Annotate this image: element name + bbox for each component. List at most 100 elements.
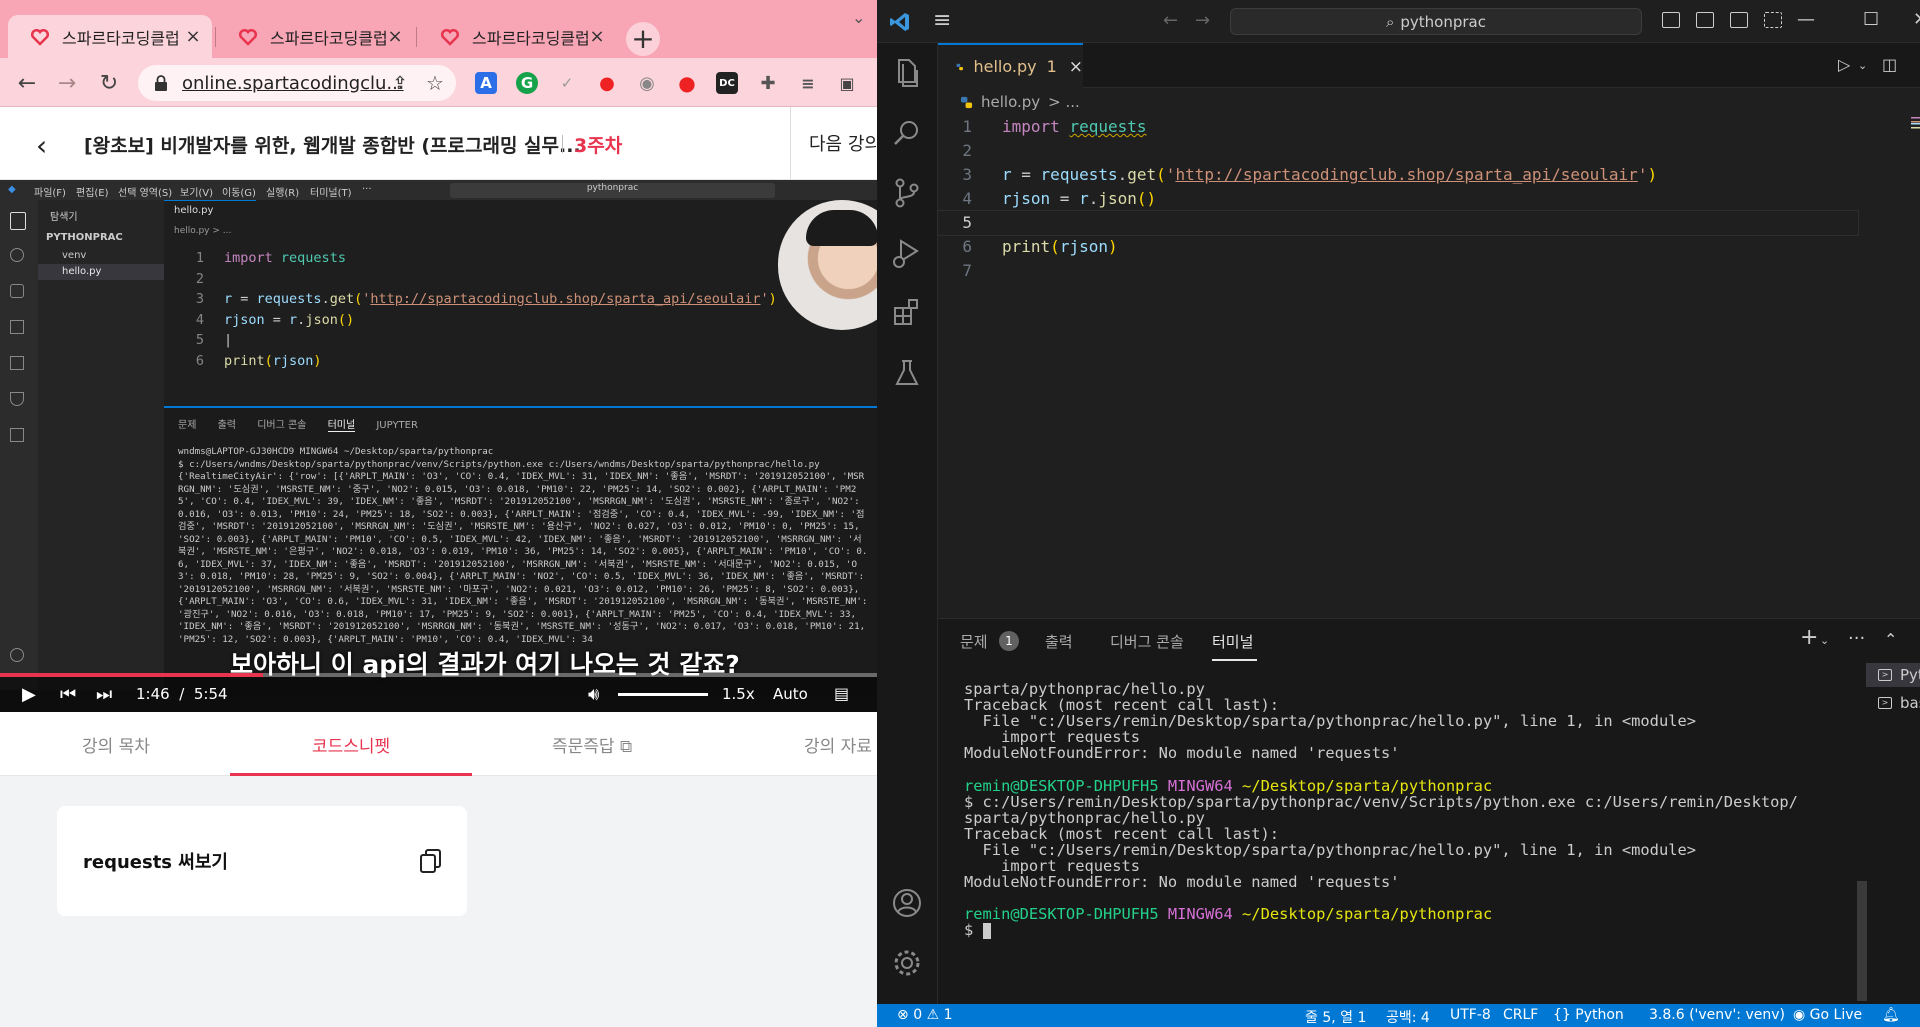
tab-debug-console[interactable]: 디버그 콘솔: [1110, 631, 1184, 652]
gear-icon[interactable]: [890, 946, 924, 980]
python-interpreter[interactable]: 3.8.6 ('venv': venv): [1649, 1007, 1785, 1023]
cursor-position[interactable]: 줄 5, 열 1: [1305, 1007, 1366, 1027]
copy-icon[interactable]: [419, 848, 443, 874]
split-editor-icon[interactable]: ◫: [1882, 55, 1897, 74]
close-icon[interactable]: ×: [386, 26, 404, 47]
editor-tab-hello-py[interactable]: hello.py 1 ×: [938, 43, 1083, 88]
tab-problems[interactable]: 문제: [960, 631, 988, 652]
playback-speed-button[interactable]: 1.5x: [722, 685, 755, 703]
encoding[interactable]: UTF-8: [1450, 1007, 1491, 1023]
next-lesson-button[interactable]: 다음 강의: [790, 107, 877, 179]
minimize-icon[interactable]: —: [1797, 9, 1815, 30]
reload-icon[interactable]: ↻: [94, 68, 124, 98]
tab-qna[interactable]: 즉문즉답 ⧉: [552, 732, 632, 757]
terminal-output[interactable]: sparta/pythonprac/hello.py Traceback (mos…: [964, 681, 1824, 940]
code-editor[interactable]: 1 import requests 2 3 r = requests.get('http…: [937, 115, 1920, 283]
line-number: 2: [962, 141, 972, 160]
line-endings[interactable]: CRLF: [1503, 1007, 1538, 1023]
extensions-icon[interactable]: [890, 296, 924, 330]
new-terminal-icon[interactable]: +: [1800, 625, 1818, 650]
maximize-icon[interactable]: ☐: [1863, 9, 1879, 30]
code-line[interactable]: 2: [938, 139, 1920, 163]
testing-flask-icon[interactable]: [890, 356, 924, 390]
terminal-instance-python[interactable]: >Python: [1866, 663, 1920, 687]
chevron-down-icon[interactable]: ⌄: [1820, 634, 1829, 647]
command-center[interactable]: ⌕ pythonprac: [1230, 8, 1642, 35]
puzzle-icon[interactable]: ✚: [757, 72, 779, 94]
code-line[interactable]: 3r = requests.get('http://spartacodingcl…: [938, 163, 1920, 187]
video-terminal-tabs: 문제 출력 디버그 콘솔 터미널 JUPYTER: [178, 420, 418, 432]
breadcrumb-symbols[interactable]: > ...: [1048, 93, 1080, 111]
more-actions-icon[interactable]: ···: [1848, 628, 1865, 649]
volume-slider[interactable]: [618, 693, 708, 696]
code-line[interactable]: 1 import requests: [938, 115, 1920, 139]
explorer-icon[interactable]: [890, 56, 924, 90]
quality-button[interactable]: Auto: [773, 685, 808, 703]
back-arrow-icon[interactable]: ←: [12, 68, 42, 98]
go-live-button[interactable]: ◉ Go Live: [1793, 1007, 1862, 1023]
share-icon[interactable]: ⇪: [389, 72, 411, 94]
forward-arrow-icon[interactable]: →: [52, 68, 82, 98]
close-icon[interactable]: ×: [588, 26, 606, 47]
tab-code-snippets[interactable]: 코드스니펫: [312, 732, 390, 757]
problems-status[interactable]: ⊗ 0 ⚠ 1: [897, 1007, 953, 1023]
forward-arrow-icon[interactable]: →: [1195, 10, 1210, 31]
close-window-icon[interactable]: ✕: [1913, 9, 1920, 30]
run-debug-icon[interactable]: [890, 236, 924, 270]
bookmark-star-icon[interactable]: ☆: [424, 71, 446, 95]
run-python-icon[interactable]: ▷: [1838, 55, 1850, 74]
terminal-scrollbar[interactable]: [1857, 881, 1867, 1001]
side-panel-icon[interactable]: ▣: [836, 72, 858, 94]
check-icon[interactable]: ✓: [556, 72, 578, 94]
tab-output[interactable]: 출력: [1045, 631, 1073, 652]
tab-lesson-materials[interactable]: 강의 자료: [804, 732, 872, 757]
source-control-icon[interactable]: [890, 176, 924, 210]
skip-forward-icon[interactable]: ⏭: [96, 684, 112, 705]
snippet-card[interactable]: requests 써보기: [57, 806, 467, 916]
account-icon[interactable]: [890, 886, 924, 920]
chevron-down-icon[interactable]: ⌄: [1858, 59, 1867, 72]
volume-icon[interactable]: 🔊︎: [588, 684, 599, 705]
play-icon[interactable]: ▶: [22, 684, 36, 705]
tab-table-of-contents[interactable]: 강의 목차: [82, 732, 150, 757]
menu-icon[interactable]: ≡: [933, 8, 951, 33]
breadcrumb-file[interactable]: hello.py: [981, 93, 1040, 111]
code-line[interactable]: 7: [938, 259, 1920, 283]
bottom-panel: 문제 1 출력 디버그 콘솔 터미널 + ⌄ ··· ⌃ sparta/pyth…: [938, 618, 1920, 1004]
maximize-panel-icon[interactable]: ⌃: [1884, 630, 1897, 649]
adblock-icon[interactable]: ●: [676, 71, 698, 95]
language-mode[interactable]: {} Python: [1553, 1007, 1624, 1023]
video-player[interactable]: ◆ 파일(F) 편집(E) 선택 영역(S) 보기(V) 이동(G) 실행(R)…: [0, 180, 877, 712]
video-editor-tab: hello.py: [164, 200, 256, 222]
code-line[interactable]: 5: [937, 210, 1859, 236]
toggle-secondary-sidebar-icon[interactable]: [1730, 12, 1748, 28]
search-icon[interactable]: [890, 116, 924, 150]
media-queue-icon[interactable]: ≡: [797, 72, 819, 94]
new-tab-button[interactable]: +: [626, 22, 660, 56]
customize-layout-icon[interactable]: [1764, 12, 1782, 28]
captions-icon[interactable]: ▤: [834, 684, 849, 703]
toggle-panel-icon[interactable]: [1696, 12, 1714, 28]
close-icon[interactable]: ×: [1069, 57, 1083, 77]
chevron-down-icon[interactable]: ⌄: [852, 8, 865, 27]
back-chevron-icon[interactable]: ‹: [36, 129, 47, 162]
skip-back-icon[interactable]: ⏮: [60, 684, 76, 705]
extension-icon[interactable]: A: [475, 72, 497, 94]
back-arrow-icon[interactable]: ←: [1163, 10, 1178, 31]
dc-icon[interactable]: DC: [716, 72, 738, 94]
indentation[interactable]: 공백: 4: [1386, 1007, 1430, 1027]
close-icon[interactable]: ×: [184, 26, 202, 47]
record-icon[interactable]: ●: [596, 72, 618, 94]
browser-tab-3[interactable]: 스파르타코딩클럽 ×: [418, 15, 616, 58]
notifications-icon[interactable]: 🔔︎: [1882, 1007, 1900, 1023]
tab-terminal[interactable]: 터미널: [1212, 631, 1253, 652]
browser-tab-1[interactable]: 스파르타코딩클럽 ×: [8, 15, 212, 58]
terminal-instance-bash[interactable]: >bash: [1866, 691, 1920, 715]
browser-tab-2[interactable]: 스파르타코딩클럽 ×: [216, 15, 414, 58]
code-line[interactable]: 4 rjson = r.json(): [938, 187, 1920, 211]
grammarly-icon[interactable]: G: [516, 72, 538, 94]
toggle-sidebar-icon[interactable]: [1662, 12, 1680, 28]
minimap[interactable]: [1911, 115, 1920, 129]
code-line[interactable]: 6 print(rjson): [938, 235, 1920, 259]
camera-icon[interactable]: ◉: [636, 72, 658, 94]
